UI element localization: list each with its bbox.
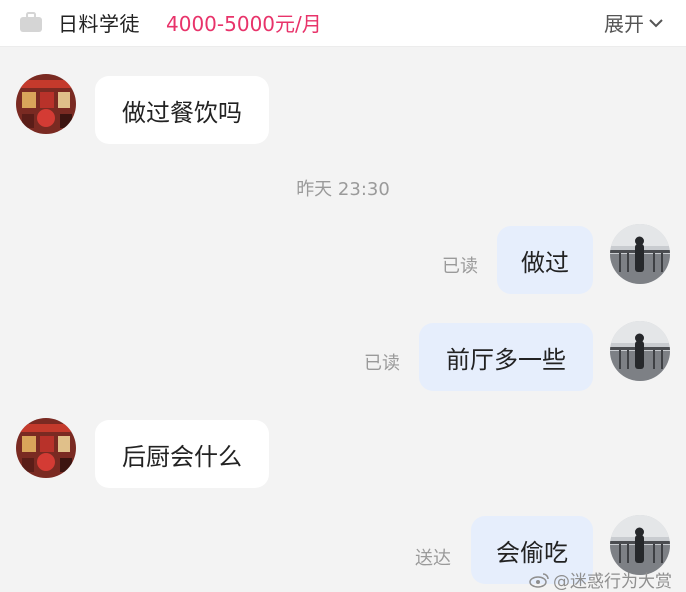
read-receipt: 已读 <box>442 256 478 277</box>
job-salary: 4000-5000元/月 <box>166 12 322 36</box>
chat-screen: 日料学徒 4000-5000元/月 展开 做过餐饮吗 昨天 23:30 已读 做… <box>0 0 686 592</box>
user-avatar[interactable] <box>610 515 670 575</box>
user-avatar[interactable] <box>610 321 670 381</box>
message-bubble[interactable]: 前厅多一些 <box>419 323 593 391</box>
message-bubble[interactable]: 做过 <box>497 226 593 294</box>
timestamp: 昨天 23:30 <box>296 179 390 200</box>
user-avatar[interactable] <box>610 224 670 284</box>
message-text: 会偷吃 <box>496 538 568 567</box>
message-text: 后厨会什么 <box>122 442 242 471</box>
job-header: 日料学徒 4000-5000元/月 展开 <box>0 0 686 47</box>
message-text: 前厅多一些 <box>446 345 566 374</box>
job-title[interactable]: 日料学徒 <box>58 8 140 37</box>
delivered-receipt: 送达 <box>415 548 451 569</box>
recruiter-avatar-image <box>16 418 76 478</box>
briefcase-icon <box>20 12 42 32</box>
recruiter-avatar[interactable] <box>16 418 76 478</box>
watermark-text: @迷惑行为大赏 <box>553 572 672 592</box>
message-bubble[interactable]: 后厨会什么 <box>95 420 269 488</box>
read-receipt: 已读 <box>364 353 400 374</box>
expand-button[interactable]: 展开 <box>604 8 664 37</box>
chevron-down-icon <box>649 18 663 27</box>
user-avatar-image <box>610 515 670 575</box>
user-avatar-image <box>610 224 670 284</box>
weibo-icon <box>529 572 549 588</box>
message-text: 做过餐饮吗 <box>122 98 242 127</box>
watermark: @迷惑行为大赏 <box>529 567 672 592</box>
message-text: 做过 <box>521 248 569 277</box>
recruiter-avatar-image <box>16 74 76 134</box>
recruiter-avatar[interactable] <box>16 74 76 134</box>
user-avatar-image <box>610 321 670 381</box>
expand-label: 展开 <box>604 12 644 36</box>
message-bubble[interactable]: 做过餐饮吗 <box>95 76 269 144</box>
